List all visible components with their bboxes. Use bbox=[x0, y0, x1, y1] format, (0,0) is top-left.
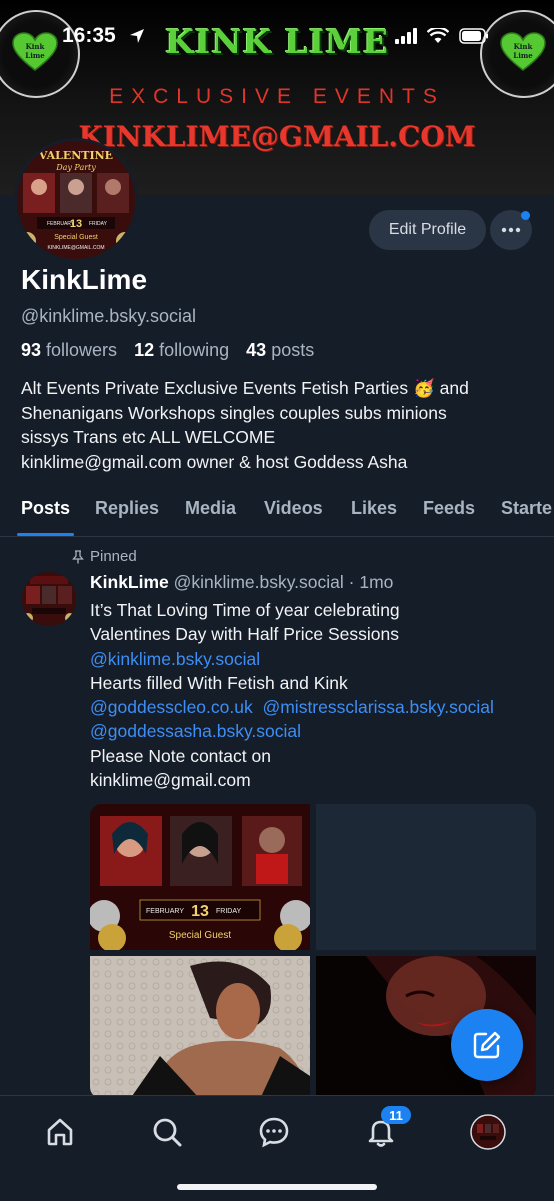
profile-avatar[interactable]: VALENTINE Day Party FEBRUARY 13 FRIDAY S… bbox=[14, 138, 138, 262]
portrait-image bbox=[90, 956, 310, 1099]
svg-text:VALENTINE: VALENTINE bbox=[38, 149, 113, 162]
svg-text:Day Party: Day Party bbox=[55, 163, 96, 172]
profile-bio: Alt Events Private Exclusive Events Feti… bbox=[21, 378, 469, 472]
tab-posts[interactable]: Posts bbox=[21, 498, 70, 519]
profile-name: KinkLime bbox=[21, 264, 148, 295]
profile-handle: @kinklime.bsky.social bbox=[21, 306, 196, 326]
svg-text:KINKLIME@GMAIL.COM: KINKLIME@GMAIL.COM bbox=[47, 245, 104, 251]
signal-icon bbox=[395, 28, 417, 44]
compose-post-button[interactable] bbox=[451, 1009, 523, 1081]
media-image-flyer[interactable]: FEBRUARY 13 FRIDAY Special Guest bbox=[90, 804, 310, 950]
tab-feeds[interactable]: Feeds bbox=[423, 498, 475, 519]
post-author-avatar[interactable] bbox=[22, 572, 76, 626]
post-author-name[interactable]: KinkLime bbox=[90, 572, 169, 592]
location-arrow-icon bbox=[130, 29, 144, 43]
svg-text:Special Guest: Special Guest bbox=[54, 234, 98, 241]
home-icon bbox=[47, 1118, 73, 1146]
post-author-handle[interactable]: @kinklime.bsky.social bbox=[174, 572, 344, 592]
profile-avatar-icon bbox=[470, 1114, 506, 1150]
tab-replies[interactable]: Replies bbox=[95, 498, 159, 519]
svg-text:13: 13 bbox=[70, 218, 82, 230]
pin-icon bbox=[72, 549, 84, 563]
search-icon bbox=[153, 1118, 182, 1147]
mention-link[interactable]: @goddessasha.bsky.social bbox=[90, 719, 550, 743]
svg-text:FRIDAY: FRIDAY bbox=[89, 221, 108, 227]
posts-stat: 43 posts bbox=[246, 340, 315, 360]
nav-search[interactable] bbox=[147, 1114, 187, 1150]
compose-icon bbox=[473, 1031, 501, 1059]
more-options-button[interactable] bbox=[490, 210, 532, 250]
svg-text:FEBRUARY: FEBRUARY bbox=[146, 908, 184, 915]
followers-stat[interactable]: 93 followers bbox=[21, 340, 117, 360]
svg-text:13: 13 bbox=[191, 903, 209, 920]
status-icons bbox=[395, 28, 489, 44]
post-text: It’s That Loving Time of year celebratin… bbox=[90, 598, 550, 792]
tab-videos[interactable]: Videos bbox=[264, 498, 323, 519]
avatar-flyer-image: VALENTINE Day Party FEBRUARY 13 FRIDAY S… bbox=[17, 141, 135, 259]
ellipsis-icon bbox=[501, 227, 521, 233]
active-tab-indicator bbox=[17, 533, 74, 536]
following-stat[interactable]: 12 following bbox=[134, 340, 229, 360]
mention-link[interactable]: @mistressclarissa.bsky.social bbox=[262, 697, 493, 717]
home-indicator bbox=[177, 1184, 377, 1190]
tab-starter-packs[interactable]: Starte bbox=[501, 498, 552, 519]
svg-text:Special Guest: Special Guest bbox=[169, 930, 231, 941]
media-image-loading[interactable] bbox=[316, 804, 536, 950]
chat-bubble-icon bbox=[259, 1117, 289, 1148]
banner-subtitle: EXCLUSIVE EVENTS bbox=[109, 85, 445, 108]
nav-chat[interactable] bbox=[254, 1114, 294, 1150]
post-timestamp: · 1mo bbox=[348, 572, 394, 592]
media-image-portrait[interactable] bbox=[90, 956, 310, 1099]
notification-dot bbox=[521, 211, 530, 220]
nav-profile[interactable] bbox=[468, 1114, 508, 1150]
post-avatar-image bbox=[22, 572, 76, 626]
profile-stats: 93 followers 12 following 43 posts bbox=[21, 340, 314, 361]
mention-link[interactable]: @kinklime.bsky.social bbox=[90, 647, 550, 671]
pinned-label: Pinned bbox=[72, 548, 137, 565]
nav-home[interactable] bbox=[40, 1114, 80, 1150]
post-header: KinkLime @kinklime.bsky.social · 1mo bbox=[90, 572, 393, 593]
svg-text:FRIDAY: FRIDAY bbox=[216, 908, 241, 915]
flyer-image: FEBRUARY 13 FRIDAY Special Guest bbox=[90, 804, 310, 950]
wifi-icon bbox=[427, 28, 449, 43]
profile-tabs: Posts Replies Media Videos Likes Feeds S… bbox=[0, 490, 554, 537]
tab-media[interactable]: Media bbox=[185, 498, 236, 519]
notifications-badge: 11 bbox=[381, 1106, 411, 1124]
tab-likes[interactable]: Likes bbox=[351, 498, 397, 519]
battery-icon bbox=[459, 28, 488, 44]
mention-link[interactable]: @goddesscleo.co.uk bbox=[90, 697, 253, 717]
edit-profile-button[interactable]: Edit Profile bbox=[369, 210, 486, 250]
status-time: 16:35 bbox=[62, 24, 116, 47]
nav-notifications[interactable]: 11 bbox=[361, 1106, 411, 1150]
